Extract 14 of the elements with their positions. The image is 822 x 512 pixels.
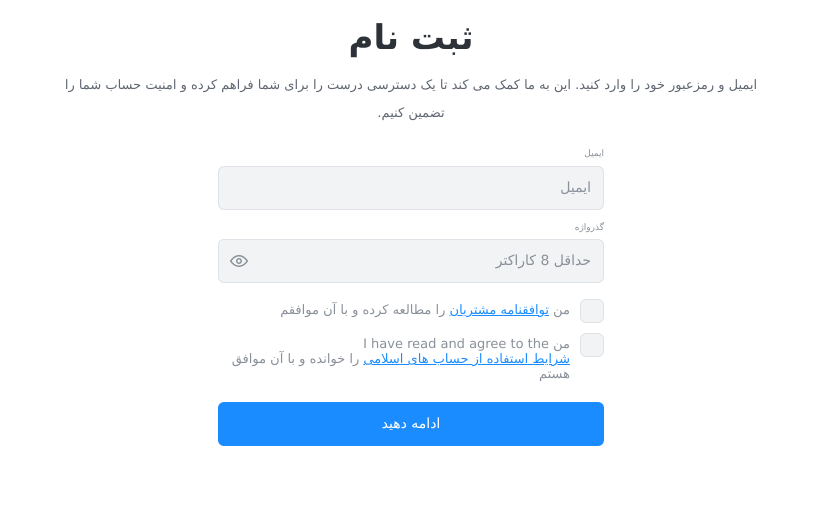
checkbox[interactable] [580,299,604,323]
input-field[interactable]: حداقل 8 کاراکتر [218,239,604,283]
checkbox[interactable] [580,333,604,357]
eye-icon[interactable] [230,252,248,270]
terms-link[interactable]: توافقنامه مشتریان [450,303,549,318]
continue-button[interactable]: ادامه دهید [218,402,604,446]
terms-link[interactable]: شرایط استفاده از حساب های اسلامی [363,352,570,367]
description: ایمیل و رمزعبور خود را وارد کنید. این به ما کمک می کند تا یک دسترسی درست را برای شما فراهم کرده و امنیت حساب شما را تضمین کنیم. [64,77,758,123]
input-field[interactable]: ایمیل [218,166,604,210]
page-title: ثبت نام [348,17,474,60]
agreement-text: من I have read and agree to the شرایط استفاده از حساب های اسلامی را خوانده و با آن موافق هستم [230,336,570,382]
field-label: ایمیل [584,148,604,161]
field-label: گذرواژه [574,222,604,234]
agreement-text: من توافقنامه مشتریان را مطالعه کرده و با آن موافقم [279,300,570,318]
